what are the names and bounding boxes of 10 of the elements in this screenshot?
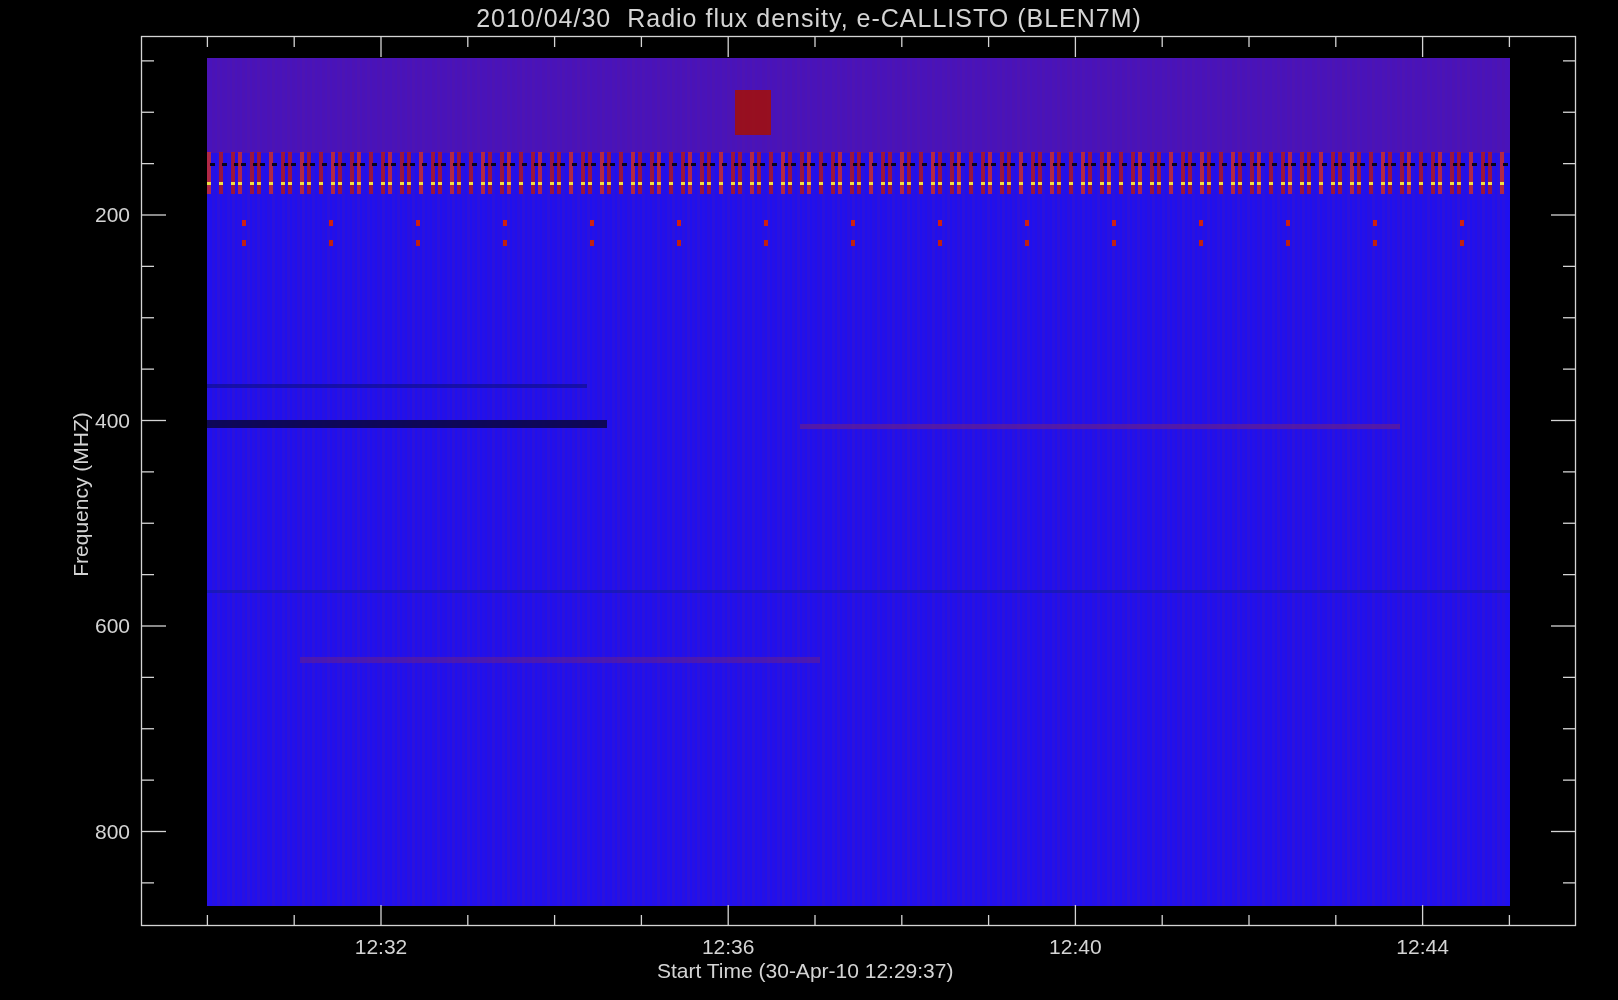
x-axis-label: Start Time (30-Apr-10 12:29:37) xyxy=(657,960,954,981)
axis-tick-label: 12:40 xyxy=(1048,936,1103,957)
axis-tick-label: 12:44 xyxy=(1395,936,1450,957)
axis-tick-label: 600 xyxy=(93,615,130,636)
axis-tick-label: 800 xyxy=(93,820,130,842)
axis-tick-label: 200 xyxy=(93,204,130,225)
axis-tick-label: 12:32 xyxy=(353,936,409,957)
axis-tick-label: 12:36 xyxy=(700,936,756,957)
chart-title: 2010/04/30 Radio flux density, e-CALLISTO (BLEN7M) xyxy=(476,4,1142,32)
y-axis-label: Frequency (MHZ) xyxy=(69,411,91,579)
